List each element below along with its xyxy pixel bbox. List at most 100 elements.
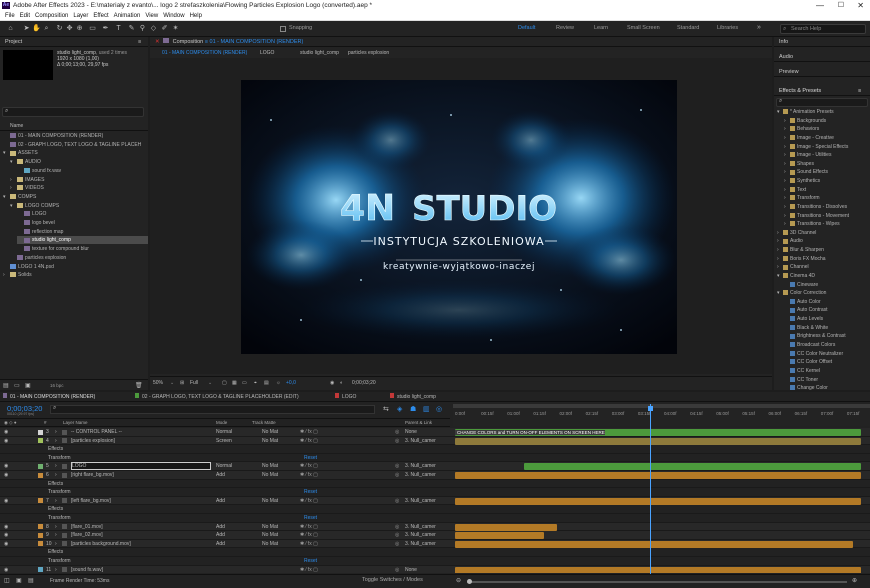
layer-duration-bar[interactable] bbox=[455, 532, 545, 540]
property-group-label[interactable]: Effects bbox=[48, 480, 63, 489]
layer-expand-icon[interactable]: › bbox=[55, 462, 57, 471]
comp-breadcrumb[interactable]: particles explosion bbox=[348, 48, 389, 58]
track-matte-dropdown[interactable]: No Mat bbox=[262, 523, 278, 532]
layer-switches-icon[interactable]: ✱ ⁄ fx ▢ bbox=[300, 428, 318, 437]
timeline-layer-row[interactable]: ◉ 4 › [particles explosion] Screen No Mat ✱ ⁄ … bbox=[0, 436, 870, 446]
parent-column-header[interactable]: Parent & Link bbox=[405, 419, 432, 427]
layer-expand-icon[interactable]: › bbox=[55, 566, 57, 573]
timeline-layer-row[interactable]: ◉ 7 › [left flare_bg.mov] Add No Mat ✱ ⁄ fx ▢ ◎… bbox=[0, 496, 870, 506]
effects-tree-item[interactable]: › Boris FX Mocha bbox=[777, 255, 826, 264]
layer-switches-icon[interactable]: ✱ ⁄ fx ▢ bbox=[300, 531, 318, 540]
layer-label-color[interactable] bbox=[38, 498, 43, 504]
parent-pickwhip-icon[interactable]: ◎ bbox=[395, 462, 399, 471]
frame-blending-icon[interactable]: ▥ bbox=[423, 405, 430, 413]
layer-switches-icon[interactable]: ✱ ⁄ fx ▢ bbox=[300, 471, 318, 480]
project-item[interactable]: sound fx.wav bbox=[17, 167, 148, 175]
layer-duration-bar[interactable]: CHANGE COLORS and TURN ON-OFF ELEMENTS O… bbox=[455, 429, 861, 436]
track-matte-dropdown[interactable]: No Mat bbox=[262, 437, 278, 446]
effects-tree-item[interactable]: ▾ Cinema 4D bbox=[777, 272, 815, 281]
effects-tree-item[interactable]: › Behaviors bbox=[784, 125, 819, 134]
effects-tree-item[interactable]: › Channel bbox=[777, 263, 809, 272]
effects-tree-item[interactable]: › 3D Channel bbox=[777, 229, 816, 238]
layer-name[interactable]: [left flare_bg.mov] bbox=[71, 497, 211, 506]
expand-toggle-icon[interactable]: ▾ bbox=[10, 158, 17, 166]
project-item[interactable]: 01 - MAIN COMPOSITION (RENDER) bbox=[3, 132, 148, 140]
effects-tree-item[interactable]: › Transitions - Movement bbox=[784, 212, 849, 221]
effects-tree-item[interactable]: ▾ * Animation Presets bbox=[777, 108, 834, 117]
panel-menu-icon[interactable]: ≡ bbox=[858, 86, 861, 96]
search-help-input[interactable]: ⌕ Search Help bbox=[780, 24, 866, 34]
workspace-standard[interactable]: Standard bbox=[677, 25, 699, 31]
blend-mode-dropdown[interactable]: Screen bbox=[216, 437, 232, 446]
blend-mode-dropdown[interactable]: Add bbox=[216, 497, 225, 506]
menu-composition[interactable]: Composition bbox=[35, 11, 68, 21]
effects-tree-item[interactable]: › Shapes bbox=[784, 160, 814, 169]
info-panel-tab[interactable]: Info bbox=[774, 37, 870, 47]
panel-menu-icon[interactable]: ≡ bbox=[138, 37, 141, 47]
menu-help[interactable]: Help bbox=[190, 11, 202, 21]
parent-pickwhip-icon[interactable]: ◎ bbox=[395, 566, 399, 573]
layer-name[interactable]: LOGO bbox=[71, 462, 211, 471]
blend-mode-dropdown[interactable]: Add bbox=[216, 531, 225, 540]
workspace-default[interactable]: Default bbox=[518, 25, 535, 31]
reset-link[interactable]: Reset bbox=[304, 454, 317, 463]
puppet-tool-icon[interactable]: ✶ bbox=[171, 24, 180, 33]
project-item[interactable]: ▾ COMPS bbox=[3, 193, 148, 201]
project-item[interactable]: reflection map bbox=[17, 228, 148, 236]
layer-name[interactable]: [flare_02.mov] bbox=[71, 531, 211, 540]
toggle-modes-icon[interactable]: ▣ bbox=[16, 577, 22, 584]
workspace-overflow-icon[interactable]: » bbox=[757, 24, 761, 31]
timeline-property-row[interactable]: Effects bbox=[0, 445, 870, 454]
project-item[interactable]: › VIDEOS bbox=[10, 184, 148, 192]
track-matte-dropdown[interactable]: No Mat bbox=[262, 462, 278, 471]
track-matte-dropdown[interactable]: No Mat bbox=[262, 471, 278, 480]
project-item[interactable]: ▾ ASSETS bbox=[3, 149, 148, 157]
menu-view[interactable]: View bbox=[145, 11, 158, 21]
grid-icon[interactable]: ▤ bbox=[264, 377, 269, 389]
effects-tree-item[interactable]: › Text bbox=[784, 186, 806, 195]
hand-tool-icon[interactable]: ✋ bbox=[32, 24, 41, 33]
timeline-tab[interactable]: 01 - MAIN COMPOSITION (RENDER) bbox=[3, 392, 95, 402]
parent-dropdown[interactable]: 3. Null_camer bbox=[405, 437, 447, 446]
layer-duration-bar[interactable] bbox=[455, 566, 861, 573]
zoom-tool-icon[interactable]: ⌕ bbox=[42, 24, 51, 33]
clone-stamp-tool-icon[interactable]: ⚲ bbox=[138, 24, 147, 33]
region-of-interest-icon[interactable]: ▢ bbox=[222, 377, 227, 389]
workspace-small-screen[interactable]: Small Screen bbox=[627, 25, 660, 31]
pen-tool-icon[interactable]: ✒ bbox=[101, 24, 110, 33]
layer-label-color[interactable] bbox=[38, 524, 43, 530]
exposure-value[interactable]: +0,0 bbox=[286, 377, 296, 389]
effects-tree-item[interactable]: CC Toner bbox=[784, 376, 818, 385]
menu-file[interactable]: File bbox=[5, 11, 15, 21]
effects-tree-item[interactable]: Auto Contrast bbox=[784, 306, 828, 315]
visibility-eye-icon[interactable]: ◉ bbox=[4, 566, 8, 573]
playhead[interactable] bbox=[649, 404, 651, 574]
new-folder-icon[interactable]: ▭ bbox=[14, 382, 20, 389]
parent-pickwhip-icon[interactable]: ◎ bbox=[395, 523, 399, 532]
zoom-dropdown[interactable]: 50% bbox=[153, 377, 163, 389]
timeline-property-row[interactable]: Effects bbox=[0, 479, 870, 489]
project-item[interactable]: LOGO 1 4N.psd bbox=[3, 263, 148, 271]
layer-name[interactable]: -- CONTROL PANEL -- bbox=[71, 428, 211, 437]
comp-breadcrumb[interactable]: studio light_comp bbox=[300, 48, 339, 58]
composition-viewer[interactable]: 4N STUDIO INSTYTUCJA SZKOLENIOWA kreatyw… bbox=[150, 58, 772, 374]
layer-switches-icon[interactable]: ✱ ⁄ fx ▢ bbox=[300, 462, 318, 471]
project-search-input[interactable]: ⌕ bbox=[2, 107, 144, 117]
layer-expand-icon[interactable]: › bbox=[55, 437, 57, 446]
property-group-label[interactable]: Effects bbox=[48, 548, 63, 557]
effects-tree-item[interactable]: › Audio bbox=[777, 237, 803, 246]
timeline-tab[interactable]: LOGO bbox=[335, 392, 356, 402]
guides-icon[interactable]: ⌖ bbox=[254, 377, 257, 389]
parent-pickwhip-icon[interactable]: ◎ bbox=[395, 437, 399, 446]
parent-dropdown[interactable]: 3. Null_camer bbox=[405, 540, 447, 549]
menu-effect[interactable]: Effect bbox=[93, 11, 108, 21]
visibility-eye-icon[interactable]: ◉ bbox=[4, 531, 8, 540]
parent-dropdown[interactable]: None bbox=[405, 566, 447, 573]
layer-switches-icon[interactable]: ✱ ⁄ fx ▢ bbox=[300, 540, 318, 549]
effects-tree-item[interactable]: › Sound Effects bbox=[784, 168, 828, 177]
layer-name[interactable]: [sound fx.wav] bbox=[71, 566, 211, 573]
timeline-layer-row[interactable]: ◉ 8 › [flare_01.mov] Add No Mat ✱ ⁄ fx ▢ ◎ 3. Nu… bbox=[0, 522, 870, 532]
project-item[interactable]: › Solids bbox=[3, 271, 148, 279]
track-matte-dropdown[interactable]: No Mat bbox=[262, 540, 278, 549]
timeline-tab[interactable]: 02 - GRAPH LOGO, TEXT LOGO & TAGLINE PLA… bbox=[135, 392, 299, 402]
